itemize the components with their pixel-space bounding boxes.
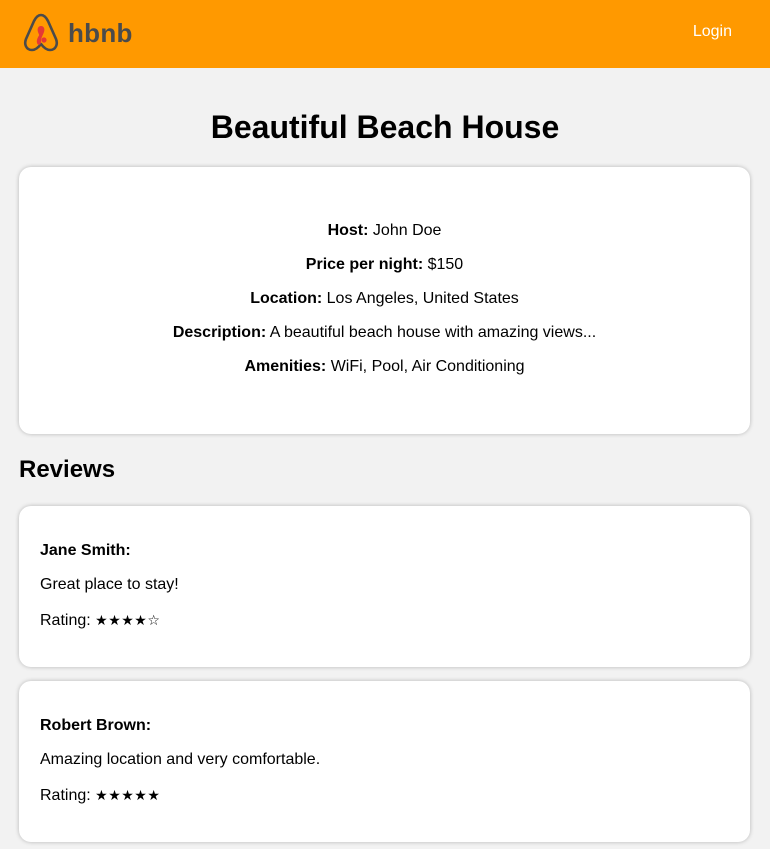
login-link[interactable]: Login (693, 22, 732, 42)
star-rating-icon: ★★★★☆ (95, 613, 161, 629)
hbnb-logo-icon (22, 12, 60, 54)
top-header: hbnb Login (0, 0, 770, 68)
host-label: Host: (327, 222, 369, 239)
location-row: Location: Los Angeles, United States (19, 289, 750, 309)
review-rating: Rating: ★★★★★ (40, 786, 730, 806)
amenities-value: WiFi, Pool, Air Conditioning (330, 358, 525, 375)
logo-text: hbnb (68, 18, 133, 48)
review-rating: Rating: ★★★★☆ (40, 611, 730, 631)
amenities-row: Amenities: WiFi, Pool, Air Conditioning (19, 357, 750, 377)
rating-label: Rating: (40, 612, 91, 629)
reviews-heading: Reviews (19, 456, 116, 483)
place-details-card: Host: John Doe Price per night: $150 Loc… (19, 167, 750, 434)
price-label: Price per night: (305, 256, 424, 273)
review-author: Jane Smith: (40, 542, 131, 559)
amenities-label: Amenities: (244, 358, 327, 375)
place-title: Beautiful Beach House (210, 109, 560, 145)
review-card: Robert Brown: Amazing location and very … (19, 681, 750, 842)
review-card: Jane Smith: Great place to stay! Rating:… (19, 506, 750, 667)
location-value: Los Angeles, United States (326, 290, 519, 307)
rating-label: Rating: (40, 787, 91, 804)
description-value: A beautiful beach house with amazing vie… (269, 324, 597, 341)
price-row: Price per night: $150 (19, 255, 750, 275)
review-text: Great place to stay! (40, 576, 179, 593)
description-row: Description: A beautiful beach house wit… (19, 323, 750, 343)
home-logo-link[interactable]: hbnb (22, 12, 133, 54)
host-row: Host: John Doe (19, 221, 750, 241)
host-value: John Doe (372, 222, 442, 239)
review-text: Amazing location and very comfortable. (40, 751, 321, 768)
review-author: Robert Brown: (40, 717, 152, 734)
location-label: Location: (250, 290, 323, 307)
description-label: Description: (172, 324, 267, 341)
star-rating-icon: ★★★★★ (95, 788, 161, 804)
price-value: $150 (427, 256, 464, 273)
